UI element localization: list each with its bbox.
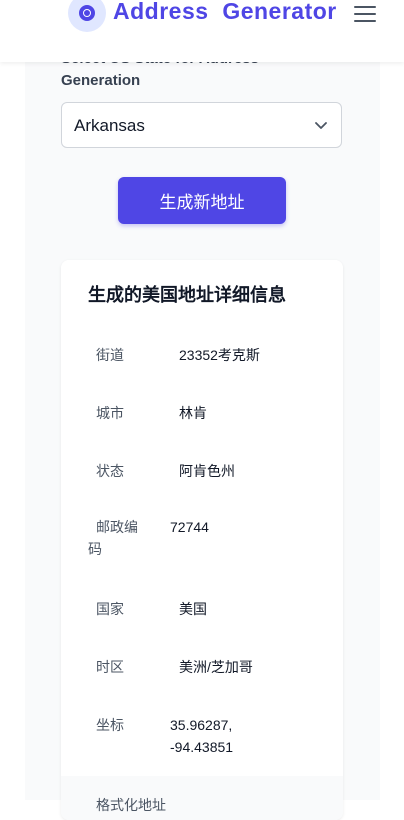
detail-row-street: 街道 23352考克斯 xyxy=(61,326,343,385)
detail-row-formatted-address: 格式化地址 xyxy=(61,776,343,820)
detail-value: 美洲/芝加哥 xyxy=(179,659,253,675)
details-header: 生成的美国地址详细信息 xyxy=(61,260,343,327)
detail-row-state: 状态 阿肯色州 xyxy=(61,442,343,501)
brand-title[interactable]: Address Generator xyxy=(113,0,337,25)
detail-row-country: 国家 美国 xyxy=(61,580,343,639)
detail-value: 阿肯色州 xyxy=(179,463,235,479)
detail-label: 状态 xyxy=(96,463,124,479)
details-title: 生成的美国地址详细信息 xyxy=(88,285,286,305)
detail-label: 时区 xyxy=(96,659,124,675)
state-select-value: Arkansas xyxy=(74,116,145,135)
detail-value: 23352考克斯 xyxy=(179,347,260,363)
detail-label: 坐标 xyxy=(96,717,124,733)
state-select[interactable]: Arkansas xyxy=(61,102,342,148)
detail-label: 邮政编码 xyxy=(88,519,138,557)
top-header: Address Generator xyxy=(0,0,404,62)
generate-address-button[interactable]: 生成新地址 xyxy=(118,177,286,224)
chevron-down-icon xyxy=(315,122,327,129)
hamburger-icon[interactable] xyxy=(354,6,376,24)
target-icon[interactable] xyxy=(68,0,106,32)
address-details-card: 生成的美国地址详细信息 街道 23352考克斯 城市 林肯 状态 阿肯色州 邮政… xyxy=(61,260,343,820)
detail-label: 国家 xyxy=(96,601,124,617)
detail-label: 街道 xyxy=(96,347,124,363)
detail-value: 美国 xyxy=(179,601,207,617)
detail-row-timezone: 时区 美洲/芝加哥 xyxy=(61,638,343,697)
detail-row-city: 城市 林肯 xyxy=(61,384,343,443)
detail-row-zip: 邮政编码 72744 xyxy=(61,500,343,581)
detail-value: 72744 xyxy=(170,519,209,535)
detail-row-coordinates: 坐标 35.96287, -94.43851 xyxy=(61,696,343,777)
detail-value: 林肯 xyxy=(179,405,207,421)
detail-label: 格式化地址 xyxy=(96,797,166,813)
detail-value: 35.96287, -94.43851 xyxy=(170,717,234,755)
detail-label: 城市 xyxy=(96,405,124,421)
